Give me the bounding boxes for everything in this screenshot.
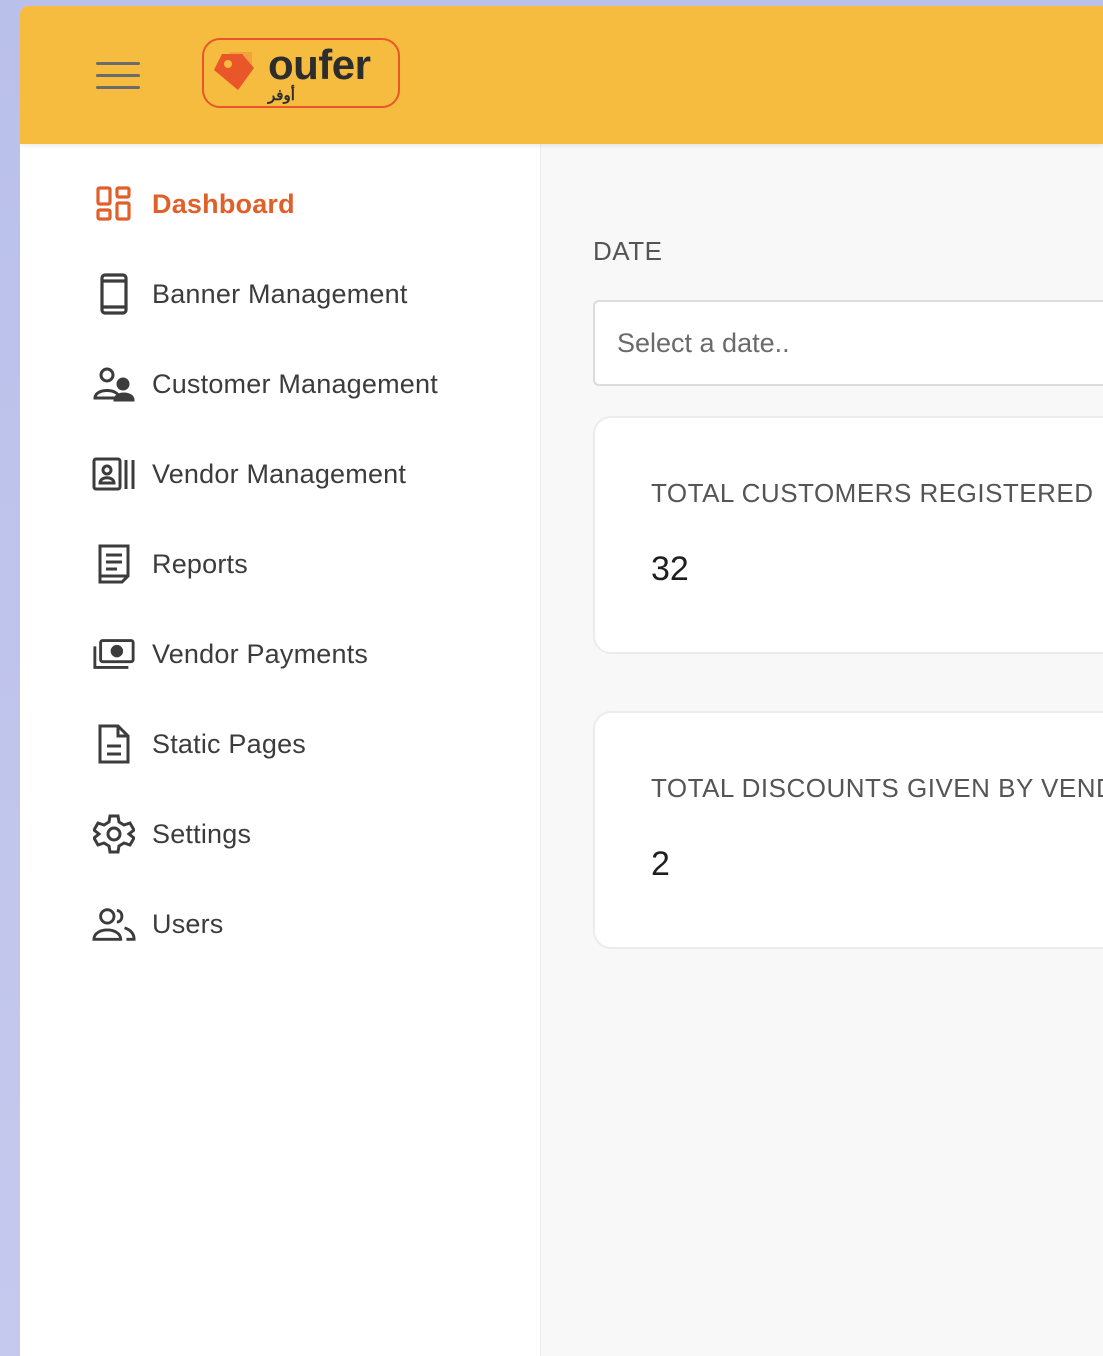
sidebar-item-label: Customer Management xyxy=(152,368,438,399)
stat-card-value: 2 xyxy=(651,845,670,883)
logo-subtext: أوفر xyxy=(268,87,295,104)
dashboard-icon xyxy=(92,182,136,226)
date-label: DATE xyxy=(593,236,663,266)
top-bar: oufer أوفر xyxy=(20,6,1103,144)
stat-card-title: TOTAL CUSTOMERS REGISTERED xyxy=(651,478,1094,508)
sidebar-item-customer-management[interactable]: Customer Management xyxy=(92,359,512,409)
report-icon xyxy=(92,542,136,586)
main-content: DATE TOTAL CUSTOMERS REGISTERED 32 TOTAL… xyxy=(541,144,1103,1356)
tag-icon xyxy=(214,52,254,90)
mobile-icon xyxy=(92,272,136,316)
stat-card-title: TOTAL DISCOUNTS GIVEN BY VEND xyxy=(651,773,1103,803)
sidebar: Dashboard Banner Management Customer Man… xyxy=(20,144,541,1356)
sidebar-item-users[interactable]: Users xyxy=(92,899,512,949)
logo-text: oufer xyxy=(268,41,371,88)
document-icon xyxy=(92,722,136,766)
sidebar-item-vendor-payments[interactable]: Vendor Payments xyxy=(92,629,512,679)
stat-card-value: 32 xyxy=(651,550,689,588)
sidebar-item-dashboard[interactable]: Dashboard xyxy=(92,179,512,229)
sidebar-item-static-pages[interactable]: Static Pages xyxy=(92,719,512,769)
sidebar-item-label: Static Pages xyxy=(152,728,306,759)
sidebar-item-vendor-management[interactable]: Vendor Management xyxy=(92,449,512,499)
sidebar-item-settings[interactable]: Settings xyxy=(92,809,512,859)
sidebar-item-label: Banner Management xyxy=(152,278,408,309)
id-card-icon xyxy=(92,452,136,496)
sidebar-item-banner-management[interactable]: Banner Management xyxy=(92,269,512,319)
money-icon xyxy=(92,632,136,676)
users-icon xyxy=(92,902,136,946)
sidebar-item-label: Users xyxy=(152,908,224,939)
brand-logo[interactable]: oufer أوفر xyxy=(202,38,400,108)
sidebar-item-label: Settings xyxy=(152,818,252,849)
hamburger-icon[interactable] xyxy=(96,60,140,90)
date-picker-input[interactable] xyxy=(593,300,1103,386)
stat-card-customers: TOTAL CUSTOMERS REGISTERED 32 xyxy=(593,416,1103,654)
user-group-icon xyxy=(92,362,136,406)
sidebar-item-reports[interactable]: Reports xyxy=(92,539,512,589)
sidebar-item-label: Reports xyxy=(152,548,248,579)
gear-icon xyxy=(92,812,136,856)
sidebar-item-label: Vendor Management xyxy=(152,458,407,489)
app-window: oufer أوفر Dashboard Banner Management C… xyxy=(20,6,1103,1356)
stat-card-discounts: TOTAL DISCOUNTS GIVEN BY VEND 2 xyxy=(593,711,1103,949)
sidebar-item-label: Vendor Payments xyxy=(152,638,369,669)
sidebar-item-label: Dashboard xyxy=(152,188,295,219)
